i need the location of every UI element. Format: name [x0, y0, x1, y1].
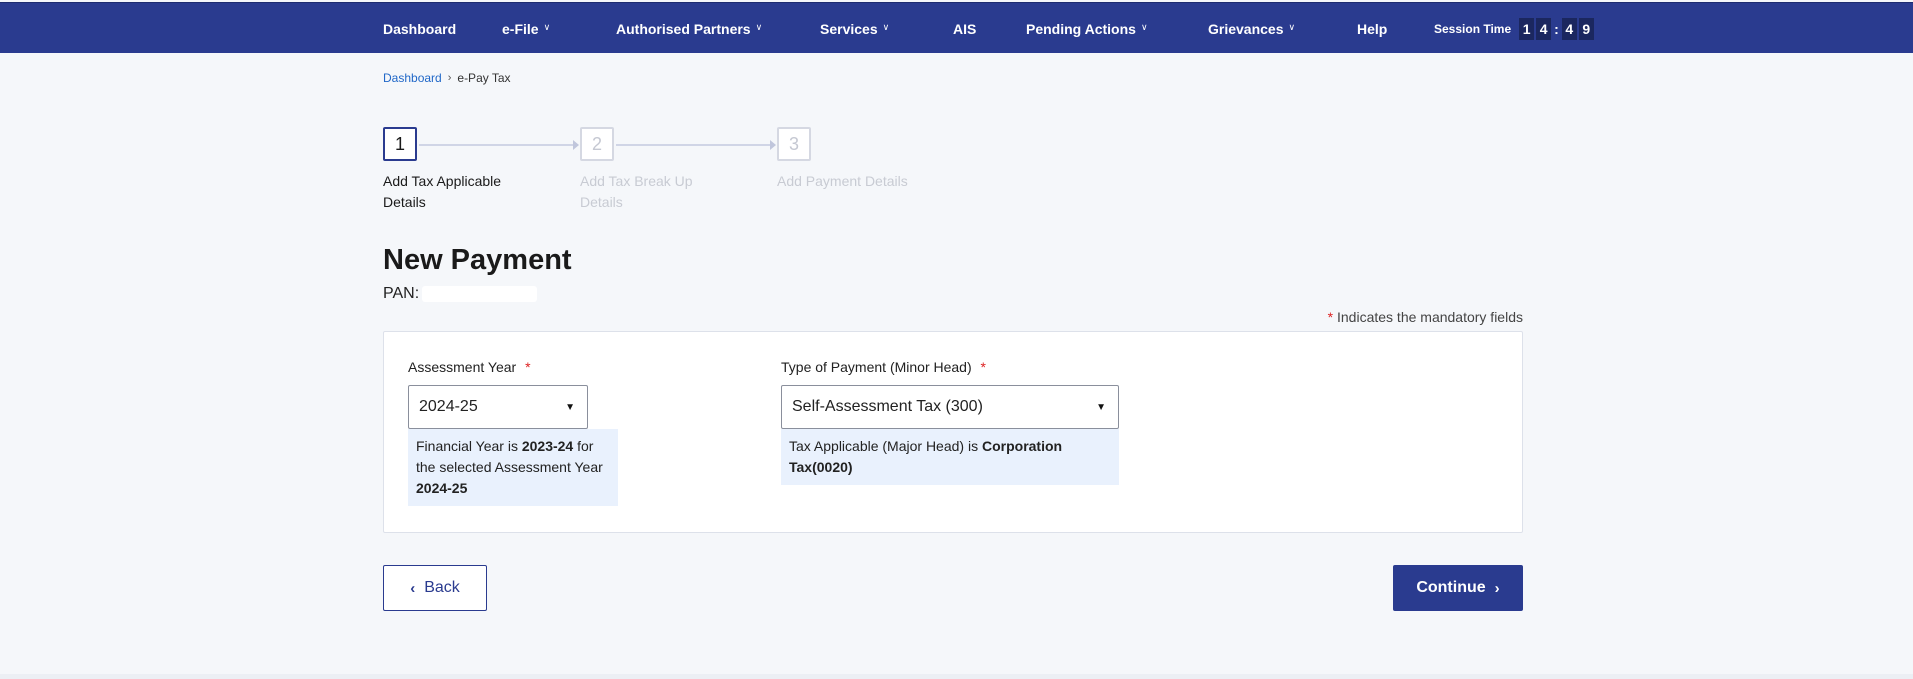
pan-display: PAN: — [383, 285, 538, 303]
step-2-label: Add Tax Break Up Details — [580, 173, 693, 210]
page-title: New Payment — [383, 244, 572, 276]
nav-item-label: Services — [820, 20, 878, 37]
payment-type-select[interactable]: Self-Assessment Tax (300) ▼ — [781, 385, 1119, 429]
nav-item-dashboard[interactable]: Dashboard — [383, 3, 456, 54]
nav-item-label: Grievances — [1208, 20, 1284, 37]
chevron-down-icon: ∨ — [755, 22, 763, 32]
pan-label: PAN: — [383, 285, 420, 302]
top-navigation-bar: Dashboard e-File ∨ Authorised Partners ∨… — [0, 2, 1913, 53]
nav-item-label: Help — [1357, 20, 1388, 37]
chevron-down-icon: ∨ — [1288, 22, 1296, 32]
session-separator: : — [1554, 20, 1559, 37]
nav-item-label: Pending Actions — [1026, 20, 1136, 37]
breadcrumb: Dashboard › e-Pay Tax — [383, 71, 511, 85]
session-digit: 4 — [1561, 17, 1577, 40]
hint-text: Tax Applicable (Major Head) is — [789, 438, 982, 454]
back-button[interactable]: ‹ Back — [383, 565, 487, 611]
caret-down-icon: ▼ — [565, 401, 575, 413]
nav-item-label: Authorised Partners — [616, 20, 751, 37]
hint-text: Financial Year is — [416, 438, 522, 454]
major-head-hint: Tax Applicable (Major Head) is Corporati… — [781, 429, 1119, 485]
chevron-right-icon: › — [1494, 579, 1500, 597]
step-connector — [616, 140, 776, 150]
payment-details-card: Assessment Year * 2024-25 ▼ Financial Ye… — [383, 331, 1523, 533]
continue-button-label: Continue — [1416, 579, 1486, 596]
session-digit: 9 — [1578, 17, 1594, 40]
field-label-text: Assessment Year — [408, 359, 517, 375]
step-1-indicator: 1 — [383, 127, 417, 161]
hint-financial-year: 2023-24 — [521, 438, 574, 454]
session-time-label: Session Time — [1434, 21, 1512, 36]
nav-item-pending-actions[interactable]: Pending Actions ∨ — [1026, 3, 1148, 54]
assessment-year-label: Assessment Year * — [408, 359, 531, 375]
nav-item-grievances[interactable]: Grievances ∨ — [1208, 3, 1295, 54]
step-3-indicator: 3 — [777, 127, 811, 161]
caret-down-icon: ▼ — [1096, 401, 1106, 413]
required-star: * — [525, 359, 531, 375]
assessment-year-select[interactable]: 2024-25 ▼ — [408, 385, 588, 429]
mandatory-note-text: Indicates the mandatory fields — [1337, 309, 1523, 325]
nav-item-help[interactable]: Help — [1357, 3, 1387, 54]
step-2-indicator: 2 — [580, 127, 614, 161]
required-star: * — [1327, 309, 1334, 325]
nav-item-authorised-partners[interactable]: Authorised Partners ∨ — [616, 3, 762, 54]
breadcrumb-link-dashboard[interactable]: Dashboard — [383, 71, 442, 85]
continue-button[interactable]: Continue › — [1393, 565, 1523, 611]
nav-item-ais[interactable]: AIS — [953, 3, 976, 54]
session-digit: 1 — [1519, 17, 1535, 40]
assessment-year-value: 2024-25 — [419, 398, 478, 415]
nav-item-label: Dashboard — [383, 20, 457, 37]
pan-value-redacted — [422, 286, 538, 302]
chevron-down-icon: ∨ — [543, 22, 551, 32]
step-connector — [419, 140, 579, 150]
financial-year-hint: Financial Year is 2023-24 for the select… — [408, 429, 618, 506]
field-label-text: Type of Payment (Minor Head) — [781, 359, 972, 375]
nav-item-label: AIS — [953, 20, 977, 37]
chevron-down-icon: ∨ — [882, 22, 890, 32]
hint-assessment-year: 2024-25 — [416, 480, 468, 496]
payment-type-value: Self-Assessment Tax (300) — [792, 398, 983, 415]
session-digit: 4 — [1536, 17, 1552, 40]
footer-divider — [0, 674, 1913, 679]
nav-item-e-file[interactable]: e-File ∨ — [502, 3, 550, 54]
breadcrumb-current: e-Pay Tax — [457, 71, 511, 85]
required-star: * — [980, 359, 986, 375]
step-3-label: Add Payment Details — [777, 173, 908, 189]
chevron-left-icon: ‹ — [410, 579, 416, 597]
session-timer: Session Time 1 4 : 4 9 — [1434, 3, 1596, 54]
mandatory-fields-note: * Indicates the mandatory fields — [1328, 309, 1523, 325]
back-button-label: Back — [424, 579, 460, 596]
nav-item-label: e-File — [502, 20, 539, 37]
payment-type-label: Type of Payment (Minor Head) * — [781, 359, 986, 375]
nav-item-services[interactable]: Services ∨ — [820, 3, 889, 54]
step-1-label: Add Tax Applicable Details — [383, 173, 502, 210]
breadcrumb-separator: › — [447, 72, 452, 84]
chevron-down-icon: ∨ — [1140, 22, 1148, 32]
